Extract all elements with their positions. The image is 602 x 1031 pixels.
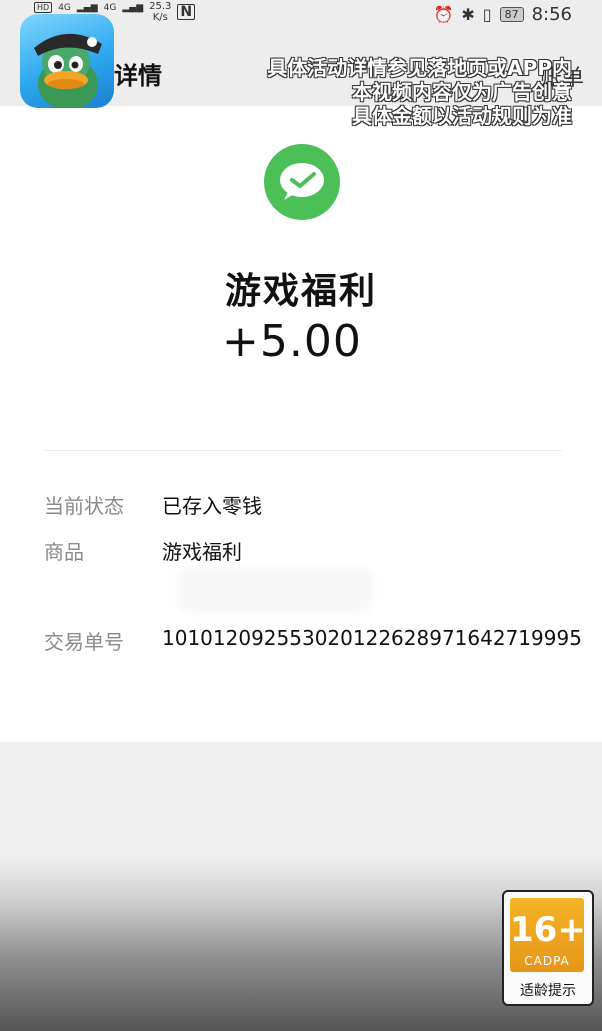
signal-bars-icon: ▂▄▆ bbox=[76, 3, 98, 13]
nfc-icon: N bbox=[177, 4, 196, 20]
hd-indicator: HD bbox=[34, 2, 53, 13]
clock: 8:56 bbox=[531, 4, 572, 25]
ad-disclaimer-line: 具体金额以活动规则为准 bbox=[352, 104, 572, 128]
detail-label: 交易单号 bbox=[44, 630, 124, 654]
game-app-logo bbox=[20, 14, 114, 108]
wechat-pay-icon bbox=[264, 144, 340, 220]
signal-4g-2: 4G bbox=[103, 3, 117, 13]
age-rating-plate: 16+ CADPA bbox=[510, 898, 586, 972]
network-rate-unit: K/s bbox=[152, 12, 168, 23]
age-rating-badge: 16+ CADPA 适龄提示 bbox=[502, 890, 594, 1006]
transaction-id-value: 101012092553020122628971642719995 bbox=[162, 626, 582, 650]
detail-label: 当前状态 bbox=[44, 494, 124, 518]
signal-bars-icon-2: ▂▄▆ bbox=[122, 3, 144, 13]
ad-disclaimer: 具体活动详情参见落地页或APP内 本视频内容仅为广告创意 具体金额以活动规则为准 bbox=[267, 56, 572, 128]
battery-indicator: 87 bbox=[499, 7, 524, 22]
age-rating-number: 16+ bbox=[510, 910, 586, 950]
status-bar-right: ⏰ ✱ ▯ 87 8:56 bbox=[433, 4, 572, 25]
blurred-region bbox=[178, 568, 372, 612]
pirate-duck-icon bbox=[34, 33, 102, 108]
age-rating-caption: 适龄提示 bbox=[520, 983, 576, 999]
signal-4g-1: 4G bbox=[58, 3, 71, 13]
page-title: 详情 bbox=[114, 62, 162, 90]
detail-label: 商品 bbox=[44, 540, 84, 564]
divider bbox=[44, 450, 562, 451]
alarm-icon: ⏰ bbox=[433, 5, 454, 24]
detail-value: 游戏福利 bbox=[162, 540, 242, 564]
vibrate-icon: ▯ bbox=[482, 5, 492, 24]
transaction-detail-card: 游戏福利 +5.00 当前状态 已存入零钱 商品 游戏福利 交易单号 10101… bbox=[0, 106, 602, 742]
ad-disclaimer-line: 本视频内容仅为广告创意 bbox=[352, 80, 572, 104]
detail-value: 已存入零钱 bbox=[162, 494, 262, 518]
ad-disclaimer-line: 具体活动详情参见落地页或APP内 bbox=[267, 56, 572, 80]
transaction-title: 游戏福利 bbox=[224, 271, 377, 312]
age-rating-org: CADPA bbox=[524, 954, 570, 968]
network-rate: 25.3 K/s bbox=[149, 1, 171, 23]
bluetooth-icon: ✱ bbox=[461, 5, 475, 24]
transaction-amount: +5.00 bbox=[222, 316, 362, 367]
network-rate-value: 25.3 bbox=[149, 1, 172, 12]
